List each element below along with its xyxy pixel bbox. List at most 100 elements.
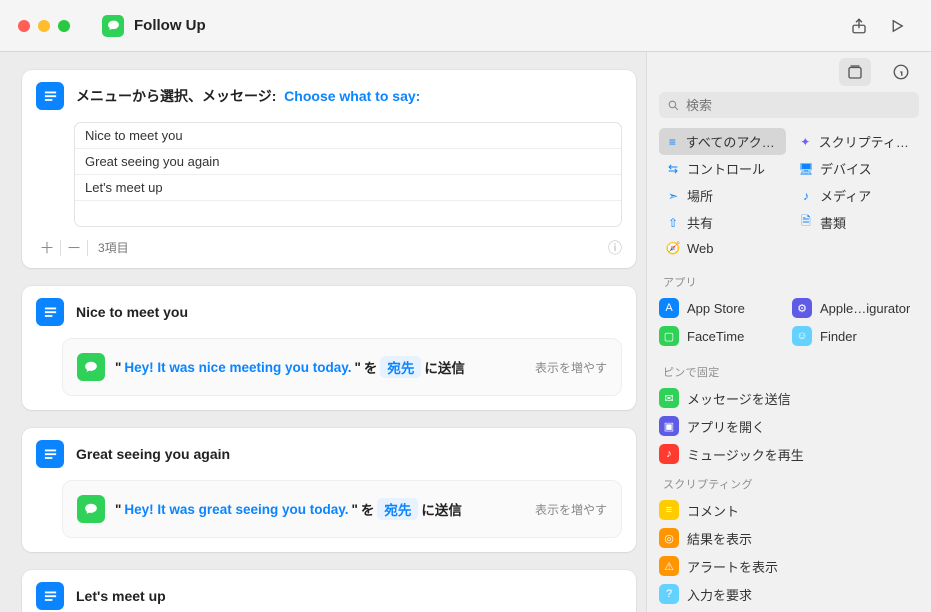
- search-input[interactable]: [686, 98, 911, 113]
- category-label: Web: [687, 241, 714, 256]
- library-action-item[interactable]: ⚠ アラートを表示: [647, 552, 931, 580]
- message-token[interactable]: Hey! It was great seeing you today.: [124, 502, 348, 517]
- send-message-summary: " Hey! It was great seeing you today. " …: [115, 498, 462, 520]
- category-item[interactable]: ⇆コントロール: [659, 155, 786, 182]
- action-icon: ◎: [659, 528, 679, 548]
- category-icon: ≡: [665, 134, 680, 150]
- category-item[interactable]: ✦ スクリプティング: [792, 128, 919, 155]
- library-action-item[interactable]: ▢FaceTime: [659, 322, 786, 350]
- category-label: 書類: [820, 213, 846, 232]
- action-label: ミュージックを再生: [687, 445, 804, 464]
- library-icon[interactable]: [839, 58, 871, 86]
- library-action-item[interactable]: AApp Store: [659, 294, 786, 322]
- menu-icon: [36, 582, 64, 610]
- messages-icon: [77, 353, 105, 381]
- recipient-token[interactable]: 宛先: [380, 356, 421, 378]
- action-label: 入力を要求: [687, 585, 752, 604]
- send-message-action[interactable]: " Hey! It was nice meeting you today. " …: [62, 338, 622, 396]
- category-icon: 🖥: [798, 161, 814, 177]
- branch-title: Nice to meet you: [76, 304, 188, 320]
- search-icon: [667, 99, 680, 112]
- workflow-title: Follow Up: [134, 17, 206, 34]
- menu-select-action-card[interactable]: メニューから選択、メッセージ: Choose what to say: Nice…: [22, 70, 636, 268]
- search-field[interactable]: [659, 92, 919, 118]
- action-label: アプリを開く: [687, 417, 765, 436]
- action-icon: ≡: [659, 500, 679, 520]
- item-count-label: 3項目: [98, 239, 129, 256]
- add-item-button[interactable]: ＋: [36, 237, 58, 258]
- category-item[interactable]: 🗎 書類: [792, 209, 919, 236]
- menu-item[interactable]: Let's meet up: [75, 174, 621, 200]
- category-icon: ♪: [798, 188, 814, 204]
- menu-item-list: Nice to meet you Great seeing you again …: [74, 122, 622, 227]
- category-label: すべてのアクシ…: [686, 132, 780, 151]
- category-label: スクリプティング: [819, 132, 913, 151]
- action-icon: ▣: [659, 416, 679, 436]
- library-action-item[interactable]: ▣ アプリを開く: [647, 412, 931, 440]
- zoom-window-button[interactable]: [58, 20, 70, 32]
- library-action-item[interactable]: ✉ メッセージを送信: [647, 384, 931, 412]
- category-label: デバイス: [820, 159, 872, 178]
- messages-icon: [77, 495, 105, 523]
- run-button[interactable]: [881, 12, 913, 40]
- action-icon: ♪: [659, 444, 679, 464]
- workflow-editor: メニューから選択、メッセージ: Choose what to say: Nice…: [0, 52, 646, 612]
- menu-prompt-token[interactable]: Choose what to say:: [284, 88, 420, 104]
- category-item[interactable]: ⇧共有: [659, 209, 786, 236]
- branch-title: Let's meet up: [76, 588, 166, 604]
- recipient-token[interactable]: 宛先: [377, 498, 418, 520]
- action-label: コメント: [687, 501, 739, 520]
- category-item[interactable]: ♪メディア: [792, 182, 919, 209]
- library-action-item[interactable]: ? 入力を要求: [647, 580, 931, 608]
- action-icon: ☺: [792, 326, 812, 346]
- messages-app-icon: [102, 15, 124, 37]
- branch-card[interactable]: Let's meet up: [22, 570, 636, 612]
- menu-item[interactable]: Great seeing you again: [75, 148, 621, 174]
- category-item[interactable]: ➣場所: [659, 182, 786, 209]
- category-icon: 🧭: [665, 240, 681, 256]
- library-action-item[interactable]: ≡ コメント: [647, 496, 931, 524]
- action-label: Apple…igurator: [820, 301, 910, 316]
- send-message-summary: " Hey! It was nice meeting you today. " …: [115, 356, 465, 378]
- library-action-item[interactable]: ⚙ Apple…igurator: [792, 294, 919, 322]
- share-button[interactable]: [843, 12, 875, 40]
- library-action-item[interactable]: ☺Finder: [792, 322, 919, 350]
- menu-item-empty[interactable]: [75, 200, 621, 226]
- send-message-action[interactable]: " Hey! It was great seeing you today. " …: [62, 480, 622, 538]
- action-icon: ⚠: [659, 556, 679, 576]
- menu-item[interactable]: Nice to meet you: [75, 123, 621, 148]
- category-icon: ✦: [798, 134, 813, 150]
- window-controls: [18, 20, 70, 32]
- action-icon: ✉: [659, 388, 679, 408]
- branch-title: Great seeing you again: [76, 446, 230, 462]
- library-section-header: アプリ: [647, 266, 931, 294]
- category-item[interactable]: 🖥 デバイス: [792, 155, 919, 182]
- category-item[interactable]: 🧭 Web: [659, 236, 786, 260]
- action-icon: A: [659, 298, 679, 318]
- action-label: 結果を表示: [687, 529, 752, 548]
- branch-card[interactable]: Great seeing you again " Hey! It was gre…: [22, 428, 636, 552]
- show-more-button[interactable]: 表示を増やす: [535, 359, 607, 376]
- info-icon[interactable]: ⓘ: [608, 238, 622, 258]
- branch-card[interactable]: Nice to meet you " Hey! It was nice meet…: [22, 286, 636, 410]
- library-action-item[interactable]: ♪ ミュージックを再生: [647, 440, 931, 468]
- category-item[interactable]: ≡ すべてのアクシ…: [659, 128, 786, 155]
- category-icon: ➣: [665, 188, 681, 204]
- action-icon: ▢: [659, 326, 679, 346]
- action-label: メッセージを送信: [687, 389, 791, 408]
- category-grid: ≡ すべてのアクシ… ✦ スクリプティング ⇆コントロール 🖥 デバイス ➣場所♪メディア⇧共…: [647, 128, 931, 260]
- menu-icon: [36, 298, 64, 326]
- category-icon: 🗎: [798, 215, 814, 231]
- library-action-item[interactable]: #数える: [647, 608, 931, 612]
- remove-item-button[interactable]: －: [63, 237, 85, 258]
- titlebar: Follow Up: [0, 0, 931, 52]
- action-label: アラートを表示: [687, 557, 778, 576]
- message-token[interactable]: Hey! It was nice meeting you today.: [124, 360, 351, 375]
- library-action-item[interactable]: ◎ 結果を表示: [647, 524, 931, 552]
- action-icon: ⚙: [792, 298, 812, 318]
- action-icon: ?: [659, 584, 679, 604]
- show-more-button[interactable]: 表示を増やす: [535, 501, 607, 518]
- minimize-window-button[interactable]: [38, 20, 50, 32]
- close-window-button[interactable]: [18, 20, 30, 32]
- details-icon[interactable]: [885, 58, 917, 86]
